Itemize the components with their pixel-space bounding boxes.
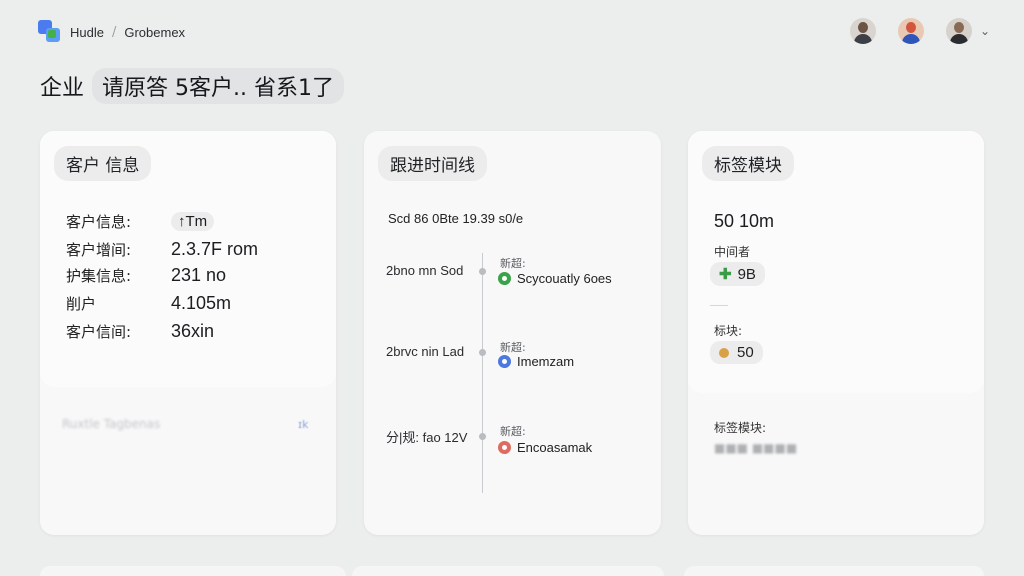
- app-logo-icon[interactable]: [38, 20, 62, 44]
- tags-footer-label: 标签模块:: [714, 421, 767, 435]
- info-value: 4.105m: [171, 293, 232, 313]
- info-value: ↑Tm: [171, 212, 215, 231]
- chevron-down-icon[interactable]: ⌄: [980, 24, 990, 38]
- info-value: 2.3.7F rom: [171, 239, 259, 259]
- timeline-time: 2bno mn Sod: [386, 263, 464, 278]
- timeline-dot: [479, 268, 486, 275]
- timeline-time: 2brvc nin Lad: [386, 344, 465, 359]
- card-title: 客户 信息: [54, 146, 152, 181]
- dot-icon: [719, 347, 729, 358]
- timeline-event-text: Scycouatly 6oes: [517, 271, 612, 286]
- top-bar: Hudle / Grobemex ⌄: [0, 0, 1024, 64]
- timeline-event-text: Encoasamak: [517, 440, 593, 455]
- timeline-label: 新超:: [500, 425, 526, 438]
- info-row: 护集信息: 231 no: [66, 265, 226, 286]
- tags-card: 标签模块 50 10m 中间者 ✚ 9B 标块: 50 标签模块: ■■■ ■■…: [688, 131, 984, 535]
- avatar-current-user[interactable]: [945, 18, 972, 44]
- user-avatars: ⌄: [849, 18, 990, 44]
- info-row: 客户信间: 36xin: [66, 321, 214, 342]
- info-value: 231 no: [171, 265, 227, 285]
- card-peek: [40, 566, 346, 576]
- check-circle-icon: [498, 272, 511, 285]
- link-icon[interactable]: ɪk: [298, 418, 308, 431]
- timeline-label: 新超:: [500, 257, 526, 270]
- info-label: 客户信间:: [66, 323, 132, 341]
- breadcrumb-separator: /: [111, 24, 117, 40]
- timeline-time: 分|规: fao 12V: [386, 430, 468, 445]
- timeline-axis: [482, 253, 483, 493]
- page-title-prefix: 企业: [40, 76, 85, 101]
- timeline-event[interactable]: Imemzam: [498, 354, 574, 369]
- info-row: 客户信息: ↑Tm: [66, 211, 215, 232]
- card-peek: [352, 566, 664, 576]
- page-title-main: 请原答 5客户.. 省系1了: [92, 68, 344, 104]
- timeline-label: 新超:: [500, 341, 526, 354]
- timeline-event-text: Imemzam: [517, 354, 575, 369]
- card-peek: [684, 566, 984, 576]
- tag-chip[interactable]: 50: [710, 341, 763, 364]
- info-label: 削户: [66, 295, 97, 313]
- page-title: 企业 请原答 5客户.. 省系1了: [40, 68, 344, 104]
- timeline-event[interactable]: Scycouatly 6oes: [498, 271, 612, 286]
- avatar[interactable]: [897, 18, 924, 44]
- timeline-dot: [479, 433, 486, 440]
- divider: [710, 305, 728, 306]
- alert-circle-icon: [498, 441, 511, 454]
- footer-blurred-text: Ruxtle Tagbenas: [62, 417, 161, 431]
- info-row: 客户增间: 2.3.7F rom: [66, 239, 258, 260]
- customer-info-card: 客户 信息 客户信息: ↑Tm 客户增间: 2.3.7F rom 护集信息: 2…: [40, 131, 336, 535]
- breadcrumb-current[interactable]: Grobemex: [124, 25, 185, 40]
- tag-chip-value: 50: [737, 344, 754, 361]
- info-label: 客户增间:: [66, 241, 132, 259]
- tag-group-label: 中间者: [714, 245, 751, 259]
- tag-chip[interactable]: ✚ 9B: [710, 262, 765, 286]
- info-value: 36xin: [171, 321, 215, 341]
- plus-icon: ✚: [719, 266, 732, 283]
- info-circle-icon: [498, 355, 511, 368]
- info-label: 护集信息:: [66, 267, 132, 285]
- info-label: 客户信息:: [66, 213, 132, 231]
- timeline-dot: [479, 349, 486, 356]
- timeline-card: 跟进时间线 Scd 86 0Bte 19.39 s0/e 2bno mn Sod…: [364, 131, 661, 535]
- tag-group-label: 标块:: [714, 324, 743, 338]
- card-title: 标签模块: [702, 146, 794, 181]
- tags-footer-blurred: ■■■ ■■■■: [714, 441, 798, 455]
- avatar[interactable]: [849, 18, 876, 44]
- info-row: 削户 4.105m: [66, 293, 231, 314]
- timeline-event[interactable]: Encoasamak: [498, 440, 592, 455]
- tag-chip-value: 9B: [737, 265, 756, 283]
- card-title: 跟进时间线: [378, 146, 487, 181]
- tags-total: 50 10m: [714, 211, 775, 231]
- timeline-header: Scd 86 0Bte 19.39 s0/e: [388, 211, 524, 226]
- breadcrumb-home[interactable]: Hudle: [70, 25, 104, 40]
